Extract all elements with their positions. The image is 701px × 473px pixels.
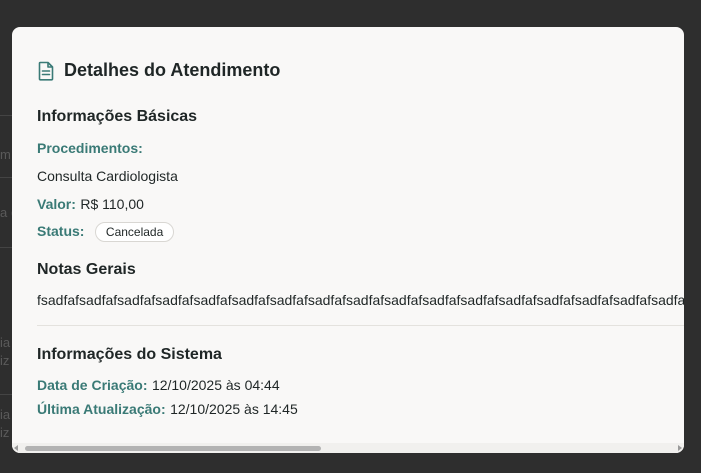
document-text-icon xyxy=(38,61,54,81)
bg-divider xyxy=(0,177,12,178)
bg-divider xyxy=(0,394,12,395)
system-info-heading: Informações do Sistema xyxy=(37,346,222,363)
scroll-right-arrow-icon[interactable] xyxy=(678,445,682,451)
modal-header: Detalhes do Atendimento xyxy=(37,60,280,81)
modal-title: Detalhes do Atendimento xyxy=(64,60,281,80)
created-label: Data de Criação: xyxy=(37,377,148,393)
notes-text: fsadfafsadfafsadfafsadfafsadfafsadfafsad… xyxy=(37,292,684,308)
bg-text-fragment: iz xyxy=(0,425,10,440)
bg-divider xyxy=(0,115,12,116)
bg-text-fragment: iz xyxy=(0,353,10,368)
horizontal-scrollbar[interactable] xyxy=(12,443,684,453)
bg-divider xyxy=(0,247,12,248)
procedures-value-row: Consulta Cardiologista xyxy=(37,168,178,186)
status-badge: Cancelada xyxy=(94,222,175,242)
scrollbar-thumb[interactable] xyxy=(25,446,321,451)
status-label: Status: xyxy=(37,223,85,240)
procedures-label: Procedimentos: xyxy=(37,140,143,156)
value-label: Valor: xyxy=(37,196,76,212)
procedures-value: Consulta Cardiologista xyxy=(37,168,178,184)
notes-heading: Notas Gerais xyxy=(37,261,136,278)
notes-row: fsadfafsadfafsadfafsadfafsadfafsadfafsad… xyxy=(37,292,684,310)
updated-value: 12/10/2025 às 14:45 xyxy=(170,401,298,417)
created-value: 12/10/2025 às 04:44 xyxy=(151,377,280,393)
bg-text-fragment: m xyxy=(0,147,11,162)
value-amount: R$ 110,00 xyxy=(80,196,144,212)
created-row: Data de Criação: 12/10/2025 às 04:44 xyxy=(37,377,280,395)
basic-info-heading: Informações Básicas xyxy=(37,108,198,125)
section-divider xyxy=(37,325,684,326)
procedures-row: Procedimentos: xyxy=(37,140,143,158)
updated-label: Última Atualização: xyxy=(37,401,166,417)
modal-scroll-area[interactable]: Detalhes do Atendimento Informações Bási… xyxy=(12,27,684,443)
value-row: Valor: R$ 110,00 xyxy=(37,196,144,214)
bg-text-fragment: ia xyxy=(0,335,11,350)
bg-text-fragment: ia xyxy=(0,407,11,422)
scroll-left-arrow-icon[interactable] xyxy=(14,445,18,451)
appointment-details-modal: Detalhes do Atendimento Informações Bási… xyxy=(12,27,684,453)
status-row: Status: Cancelada xyxy=(37,222,175,242)
updated-row: Última Atualização: 12/10/2025 às 14:45 xyxy=(37,401,298,419)
